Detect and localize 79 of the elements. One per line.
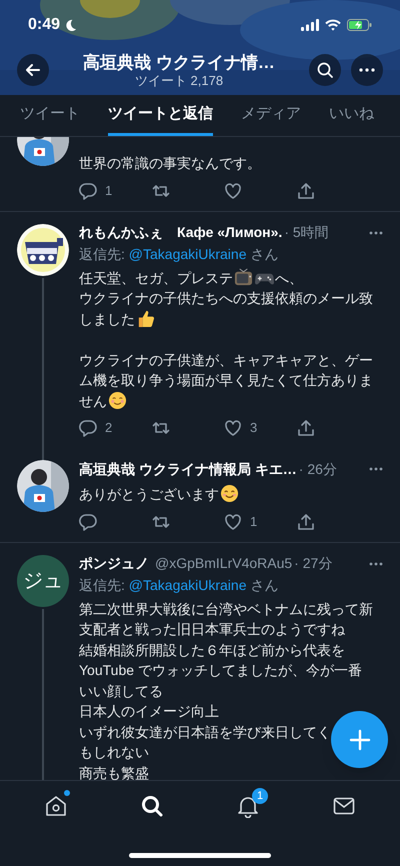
retweet-icon <box>152 419 170 437</box>
author-name: ポンジュノ <box>79 554 149 573</box>
reply-icon <box>79 182 97 200</box>
profile-name: 高垣典哉 ウクライナ情… <box>83 52 275 72</box>
heart-icon <box>224 182 242 200</box>
tweet-text: 任天堂、セガ、プレステ <box>79 270 233 286</box>
tweet-text: 結婚相談所開設した６年ほど前から代表を <box>79 642 345 658</box>
smiling-face-icon <box>108 390 127 410</box>
mention-link[interactable]: @TakagakiUkraine <box>128 246 246 262</box>
tab[interactable]: いいね <box>329 95 374 136</box>
battery-charging-icon <box>347 19 372 31</box>
back-arrow-icon <box>25 62 41 78</box>
tweet-text: 商売も繁盛 <box>79 764 149 780</box>
tweet-time: · 26分 <box>298 460 337 478</box>
tweet-text: せん <box>79 392 107 408</box>
author-name: 高垣典哉 ウクライナ情報局 キエ… <box>79 460 297 478</box>
heart-icon <box>224 512 242 530</box>
like-button[interactable] <box>224 182 242 200</box>
author-name: れもんかふぇ Кафе «Лимон». <box>79 223 282 242</box>
heart-icon <box>224 419 242 437</box>
reply-icon <box>79 512 97 530</box>
more-icon <box>369 562 383 566</box>
reply-button[interactable]: 1 <box>79 180 112 200</box>
retweet-button[interactable] <box>152 419 170 437</box>
tweet-text: しました <box>79 310 135 326</box>
more-icon <box>369 230 383 234</box>
nav-tab[interactable]: 1 <box>224 784 272 828</box>
like-button[interactable]: 3 <box>224 418 258 438</box>
tweet-time: · 27分 <box>294 554 332 573</box>
reply-icon <box>79 419 97 437</box>
plus-icon <box>348 728 370 750</box>
tweet-text: いい顔してる <box>79 682 163 698</box>
more-icon <box>359 68 375 72</box>
more-button[interactable] <box>369 562 383 566</box>
status-time: 0:49 <box>28 15 60 35</box>
moon-icon <box>64 18 78 32</box>
share-icon <box>296 182 314 200</box>
more-button[interactable] <box>369 230 383 234</box>
tab[interactable]: ツイート <box>20 95 80 136</box>
mention-link[interactable]: @TakagakiUkraine <box>128 576 246 592</box>
tweet-text: ウクライナの子供たちへの支援依頼のメール致 <box>79 290 373 306</box>
author-handle: @xGpBmILrV4oRAu5 <box>155 554 292 573</box>
tweet-text: いずれ彼女達が日本語を学び来日してく <box>79 724 331 740</box>
notification-badge: 1 <box>252 788 268 804</box>
share-button[interactable] <box>296 512 314 530</box>
like-button[interactable]: 1 <box>224 512 258 532</box>
reply-button[interactable]: 2 <box>79 418 112 438</box>
share-button[interactable] <box>296 419 314 437</box>
tab[interactable]: ツイートと返信 <box>108 95 213 136</box>
tab[interactable]: メディア <box>241 95 301 136</box>
tweet-text: ム機を取り争う場面が早く見たくて仕方ありま <box>79 372 373 388</box>
tweet-text: へ、 <box>275 270 303 286</box>
more-icon <box>369 467 383 471</box>
home-icon <box>44 794 68 818</box>
tweet-text: もしれない <box>79 744 149 760</box>
tweet-text: 世界の常識の事実なんです。 <box>79 155 261 171</box>
tweet-count: ツイート 2,178 <box>134 72 224 88</box>
tweet-text: ありがとうございます <box>79 486 219 502</box>
tweet-text: 第二次世界大戦後に台湾やベトナムに残って新 <box>79 600 373 616</box>
more-button[interactable] <box>369 467 383 471</box>
avatar[interactable]: ジュ <box>17 554 69 606</box>
tweet-time: · 5時間 <box>284 223 329 242</box>
tweet-text: 支配者と戦った旧日本軍兵士のようですね <box>79 621 345 637</box>
share-button[interactable] <box>296 182 314 200</box>
reply-line: 返信先: @TakagakiUkraine さん <box>79 576 280 594</box>
share-icon <box>296 512 314 530</box>
search-icon <box>317 62 333 78</box>
tweet-text: ウクライナの子供達が、キャアキャアと、ゲー <box>79 352 373 368</box>
share-icon <box>296 419 314 437</box>
tweet-text: YouTube でウォッチしてましたが、今が一番 <box>79 662 362 678</box>
tv-icon <box>234 268 253 286</box>
reply-line: 返信先: @TakagakiUkraine さん <box>79 244 280 264</box>
reply-button[interactable] <box>79 512 97 530</box>
wifi-icon <box>325 19 341 31</box>
signal-icon <box>301 19 319 31</box>
search-icon <box>140 794 164 818</box>
thumbs-up-icon <box>136 308 155 328</box>
smiling-face-icon <box>220 484 239 503</box>
tweet-text: 日本人のイメージ向上 <box>79 703 219 719</box>
